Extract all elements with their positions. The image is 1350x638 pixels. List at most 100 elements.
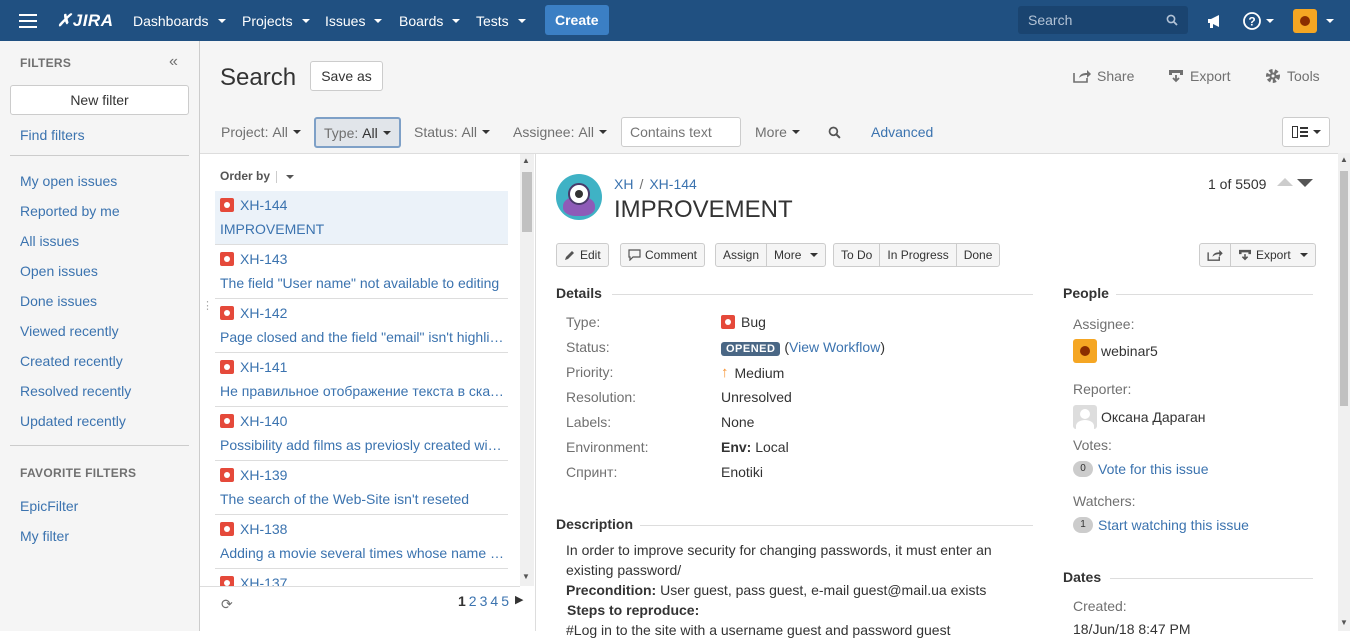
issue-list-scrollbar[interactable]: ▲ ▼ — [520, 154, 534, 586]
megaphone-icon[interactable] — [1206, 0, 1224, 41]
reporter-user[interactable]: Оксана Дараган — [1073, 405, 1206, 429]
divider — [200, 586, 520, 587]
page-2[interactable]: 2 — [469, 593, 477, 609]
sidebar-resize-handle-icon[interactable]: ⋮ — [202, 299, 213, 312]
advanced-search-link[interactable]: Advanced — [871, 117, 933, 147]
menu-tests[interactable]: Tests — [476, 0, 526, 41]
page-scrollbar[interactable]: ▲ ▼ — [1338, 153, 1350, 631]
assignee-filter[interactable]: Assignee: All — [513, 117, 607, 147]
status-filter[interactable]: Status: All — [414, 117, 491, 147]
list-item[interactable]: XH-137 — [215, 569, 508, 586]
view-workflow-link[interactable]: View Workflow — [789, 339, 880, 355]
list-item[interactable]: XH-141 Не правильное отображение текста в… — [215, 353, 508, 407]
menu-dashboards[interactable]: Dashboards — [133, 0, 226, 41]
watch-link[interactable]: Start watching this issue — [1098, 517, 1249, 533]
app-switcher-menu-icon[interactable] — [19, 0, 37, 41]
collapse-sidebar-icon[interactable]: « — [169, 53, 178, 71]
scroll-down-icon[interactable]: ▼ — [522, 572, 530, 581]
issue-sprint: Enotiki — [721, 464, 764, 480]
people-heading: People — [1063, 285, 1109, 301]
vote-link[interactable]: Vote for this issue — [1098, 461, 1209, 477]
breadcrumb-project[interactable]: XH — [614, 176, 633, 192]
layout-switcher-button[interactable] — [1282, 117, 1330, 147]
find-filters-link[interactable]: Find filters — [20, 127, 85, 143]
export-issue-button[interactable]: Export — [1231, 244, 1315, 266]
to-do-button[interactable]: To Do — [834, 244, 881, 266]
menu-boards[interactable]: Boards — [399, 0, 461, 41]
user-profile-menu[interactable] — [1293, 0, 1334, 41]
help-icon: ? — [1243, 11, 1261, 30]
divider — [1110, 578, 1313, 579]
previous-issue-icon[interactable] — [1277, 178, 1293, 186]
list-item[interactable]: XH-139 The search of the Web-Site isn't r… — [215, 461, 508, 515]
share-issue-button[interactable] — [1200, 244, 1231, 266]
chevron-down-icon — [382, 130, 391, 135]
share-button[interactable]: Share — [1073, 68, 1134, 84]
favorite-filter-epicfilter[interactable]: EpicFilter — [20, 498, 78, 514]
more-criteria-button[interactable]: More — [755, 117, 800, 147]
more-actions-button[interactable]: More — [767, 244, 825, 266]
scrollbar-thumb[interactable] — [522, 172, 532, 232]
project-avatar — [556, 174, 602, 220]
sidebar-item-reported-by-me[interactable]: Reported by me — [20, 203, 120, 219]
favorite-filter-my-filter[interactable]: My filter — [20, 528, 69, 544]
bug-icon — [220, 468, 234, 482]
assign-button[interactable]: Assign — [716, 244, 768, 266]
sidebar-item-open-issues[interactable]: Open issues — [20, 263, 98, 279]
project-filter[interactable]: Project: All — [221, 117, 301, 147]
type-filter[interactable]: Type: All — [314, 117, 401, 148]
sidebar-item-my-open-issues[interactable]: My open issues — [20, 173, 117, 189]
search-input[interactable]: Search — [1018, 6, 1188, 34]
sidebar-item-all-issues[interactable]: All issues — [20, 233, 79, 249]
chevron-down-icon — [791, 130, 800, 134]
list-item[interactable]: XH-144 IMPROVEMENT — [215, 191, 508, 245]
breadcrumb-issue-key[interactable]: XH-144 — [649, 176, 696, 192]
sidebar-item-viewed-recently[interactable]: Viewed recently — [20, 323, 119, 339]
scrollbar-thumb[interactable] — [1340, 171, 1348, 406]
assignee-user[interactable]: webinar5 — [1073, 339, 1158, 363]
page-1[interactable]: 1 — [458, 593, 466, 609]
sidebar-item-created-recently[interactable]: Created recently — [20, 353, 123, 369]
sidebar-item-resolved-recently[interactable]: Resolved recently — [20, 383, 131, 399]
page-3[interactable]: 3 — [480, 593, 488, 609]
new-filter-button[interactable]: New filter — [10, 85, 189, 115]
done-button[interactable]: Done — [957, 244, 1000, 266]
page-4[interactable]: 4 — [490, 593, 498, 609]
scroll-up-icon[interactable]: ▲ — [522, 156, 530, 165]
export-icon — [1169, 70, 1183, 83]
list-item[interactable]: XH-138 Adding a movie several times whose… — [215, 515, 508, 569]
comment-button[interactable]: Comment — [620, 243, 706, 267]
divider — [640, 525, 1033, 526]
save-as-button[interactable]: Save as — [310, 61, 383, 91]
bug-icon — [721, 315, 735, 329]
contains-text-input[interactable] — [621, 117, 741, 147]
list-item[interactable]: XH-143 The field "User name" not availabl… — [215, 245, 508, 299]
export-button[interactable]: Export — [1168, 68, 1230, 84]
sidebar-item-done-issues[interactable]: Done issues — [20, 293, 97, 309]
scroll-up-icon[interactable]: ▲ — [1340, 155, 1348, 164]
edit-button[interactable]: Edit — [556, 243, 609, 267]
sidebar-item-updated-recently[interactable]: Updated recently — [20, 413, 126, 429]
scroll-down-icon[interactable]: ▼ — [1340, 618, 1348, 627]
help-menu[interactable]: ? — [1243, 0, 1274, 41]
svg-text:?: ? — [1248, 14, 1255, 28]
tools-button[interactable]: Tools — [1265, 68, 1320, 84]
issue-labels: None — [721, 414, 755, 430]
list-item[interactable]: XH-142 Page closed and the field "email" … — [215, 299, 508, 353]
next-issue-icon[interactable] — [1297, 179, 1313, 187]
filters-heading: FILTERS — [20, 56, 72, 70]
page-5[interactable]: 5 — [501, 593, 509, 609]
menu-issues[interactable]: Issues — [325, 0, 383, 41]
chevron-down-icon — [1326, 18, 1334, 23]
create-button[interactable]: Create — [545, 5, 609, 35]
search-button[interactable] — [828, 117, 841, 147]
assign-more-group: Assign More — [715, 243, 827, 267]
next-page-icon[interactable]: ▶ — [515, 593, 523, 609]
refresh-icon[interactable]: ⟳ — [221, 596, 233, 613]
bug-icon — [220, 576, 234, 586]
jira-logo[interactable]: ✗ JIRA — [57, 0, 113, 41]
menu-projects[interactable]: Projects — [242, 0, 310, 41]
in-progress-button[interactable]: In Progress — [880, 244, 957, 266]
list-item[interactable]: XH-140 Possibility add films as previosly… — [215, 407, 508, 461]
order-by-button[interactable]: Order by — [220, 169, 295, 183]
